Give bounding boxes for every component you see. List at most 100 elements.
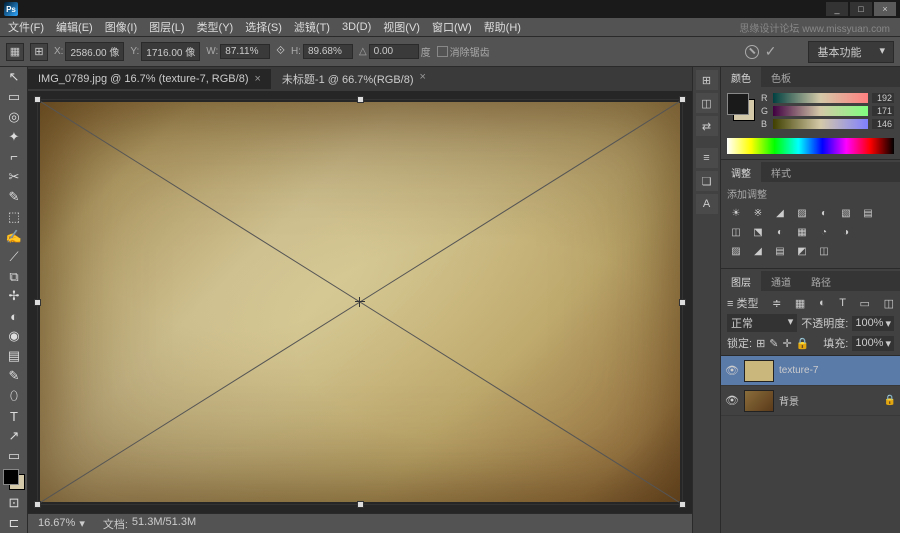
angle-value[interactable]: 0.00 xyxy=(369,44,419,59)
lock-trans-icon[interactable]: ⊞ xyxy=(756,337,765,350)
eyedropper-tool[interactable]: ✂ xyxy=(0,167,28,187)
handle-br[interactable] xyxy=(679,501,686,508)
wand-tool[interactable]: ✦ xyxy=(0,127,28,147)
handle-tl[interactable] xyxy=(34,96,41,103)
layer-texture7[interactable]: 👁 texture-7 xyxy=(721,356,900,386)
commit-transform-icon[interactable]: ✓ xyxy=(765,43,777,60)
x-value[interactable]: 2586.00 像 xyxy=(65,42,124,61)
lock-pixel-icon[interactable]: ✎ xyxy=(769,337,778,350)
hand-tool[interactable]: ↗ xyxy=(0,426,28,446)
adj-curves-icon[interactable]: ◢ xyxy=(771,205,789,221)
adj-mixer-icon[interactable]: ⬔ xyxy=(749,224,767,240)
filter-type-icon[interactable]: T xyxy=(839,297,846,309)
adj-grad-icon[interactable]: ▨ xyxy=(727,243,745,259)
canvas-image[interactable] xyxy=(40,102,680,502)
handle-bl[interactable] xyxy=(34,501,41,508)
layer-name[interactable]: 背景 xyxy=(779,393,879,408)
g-slider[interactable] xyxy=(773,106,868,116)
blend-mode-dropdown[interactable]: 正常▾ xyxy=(727,314,797,332)
adj-sel-icon[interactable]: ◢ xyxy=(749,243,767,259)
lock-pos-icon[interactable]: ✛ xyxy=(783,337,792,350)
ref-point-icon[interactable]: ⊞ xyxy=(30,43,48,61)
close-icon[interactable]: × xyxy=(254,73,260,85)
filter-pixel-icon[interactable]: ▦ xyxy=(795,297,805,310)
layer-name[interactable]: texture-7 xyxy=(779,365,896,376)
tab-swatches[interactable]: 色板 xyxy=(761,67,801,87)
menu-filter[interactable]: 滤镜(T) xyxy=(294,19,330,35)
adj-exposure-icon[interactable]: ▨ xyxy=(793,205,811,221)
menu-select[interactable]: 选择(S) xyxy=(245,19,282,35)
layer-thumb[interactable] xyxy=(744,360,774,382)
tab-color[interactable]: 颜色 xyxy=(721,67,761,87)
layer-background[interactable]: 👁 背景 🔒 xyxy=(721,386,900,416)
tab-untitled[interactable]: 未标题-1 @ 66.7%(RGB/8)× xyxy=(272,67,437,91)
adj-c4-icon[interactable]: ◩ xyxy=(793,243,811,259)
mini-brush-icon[interactable]: ≡ xyxy=(696,148,718,168)
pen-tool[interactable]: ▤ xyxy=(0,346,28,366)
mini-history-icon[interactable]: ⊞ xyxy=(696,70,718,90)
menu-help[interactable]: 帮助(H) xyxy=(484,19,521,35)
minimize-button[interactable]: _ xyxy=(826,2,848,16)
adj-levels-icon[interactable]: ※ xyxy=(749,205,767,221)
heal-tool[interactable]: ✎ xyxy=(0,187,28,207)
tab-adjustments[interactable]: 调整 xyxy=(721,162,761,182)
adj-hue-icon[interactable]: ▧ xyxy=(837,205,855,221)
stamp-tool[interactable]: ✍ xyxy=(0,227,28,247)
history-brush-tool[interactable]: ⟋ xyxy=(0,247,28,267)
adj-vibrance-icon[interactable]: ◐ xyxy=(815,205,833,221)
adj-poster-icon[interactable]: ◔ xyxy=(815,224,833,240)
menu-file[interactable]: 文件(F) xyxy=(8,19,44,35)
fg-bg-swatch[interactable] xyxy=(727,93,755,121)
menu-edit[interactable]: 编辑(E) xyxy=(56,19,93,35)
adj-lookup-icon[interactable]: ◐ xyxy=(771,224,789,240)
layer-thumb[interactable] xyxy=(744,390,774,412)
close-button[interactable]: × xyxy=(874,2,896,16)
tab-img0789[interactable]: IMG_0789.jpg @ 16.7% (texture-7, RGB/8)× xyxy=(28,69,272,89)
path-tool[interactable]: ⬯ xyxy=(0,386,28,406)
crop-tool[interactable]: ⌐ xyxy=(0,147,28,167)
handle-mr[interactable] xyxy=(679,299,686,306)
color-spectrum[interactable] xyxy=(727,138,894,154)
adj-thresh-icon[interactable]: ◑ xyxy=(837,224,855,240)
filter-adj-icon[interactable]: ◐ xyxy=(819,297,826,309)
blur-tool[interactable]: ◐ xyxy=(0,306,28,326)
handle-tr[interactable] xyxy=(679,96,686,103)
adj-invert-icon[interactable]: ▦ xyxy=(793,224,811,240)
y-value[interactable]: 1716.00 像 xyxy=(141,42,200,61)
g-value[interactable]: 171 xyxy=(872,106,894,116)
eraser-tool[interactable]: ⧉ xyxy=(0,267,28,287)
quickmask-icon[interactable]: ⊡ xyxy=(0,493,28,513)
tab-paths[interactable]: 路径 xyxy=(801,271,841,291)
h-value[interactable]: 89.68% xyxy=(303,44,353,59)
mini-properties-icon[interactable]: ◫ xyxy=(696,93,718,113)
lasso-tool[interactable]: ◎ xyxy=(0,107,28,127)
opacity-value[interactable]: 100%▾ xyxy=(852,316,894,331)
lock-all-icon[interactable]: 🔒 xyxy=(796,337,810,350)
dodge-tool[interactable]: ◉ xyxy=(0,326,28,346)
zoom-tool[interactable]: ▭ xyxy=(0,446,28,466)
marquee-tool[interactable]: ▭ xyxy=(0,87,28,107)
menu-view[interactable]: 视图(V) xyxy=(383,19,420,35)
mini-clone-icon[interactable]: ❏ xyxy=(696,171,718,191)
menu-window[interactable]: 窗口(W) xyxy=(432,19,472,35)
move-tool[interactable]: ↖ xyxy=(0,67,28,87)
close-icon[interactable]: × xyxy=(420,71,426,87)
shape-tool[interactable]: T xyxy=(0,406,28,426)
kind-dropdown[interactable]: ≑ xyxy=(772,297,781,310)
mini-char-icon[interactable]: A xyxy=(696,194,718,214)
handle-ml[interactable] xyxy=(34,299,41,306)
filter-shape-icon[interactable]: ▭ xyxy=(860,297,870,310)
b-value[interactable]: 146 xyxy=(872,119,894,129)
adj-brightness-icon[interactable]: ☀ xyxy=(727,205,745,221)
screenmode-icon[interactable]: ⊏ xyxy=(0,513,28,533)
adj-c3-icon[interactable]: ▤ xyxy=(771,243,789,259)
r-slider[interactable] xyxy=(773,93,868,103)
color-swatch[interactable] xyxy=(3,469,25,490)
tab-styles[interactable]: 样式 xyxy=(761,162,801,182)
adj-c5-icon[interactable]: ◫ xyxy=(815,243,833,259)
mini-actions-icon[interactable]: ⇄ xyxy=(696,116,718,136)
workspace-dropdown[interactable]: 基本功能▾ xyxy=(808,41,894,63)
adj-bw-icon[interactable]: ▤ xyxy=(859,205,877,221)
zoom-value[interactable]: 16.67% xyxy=(38,517,75,530)
r-value[interactable]: 192 xyxy=(872,93,894,103)
